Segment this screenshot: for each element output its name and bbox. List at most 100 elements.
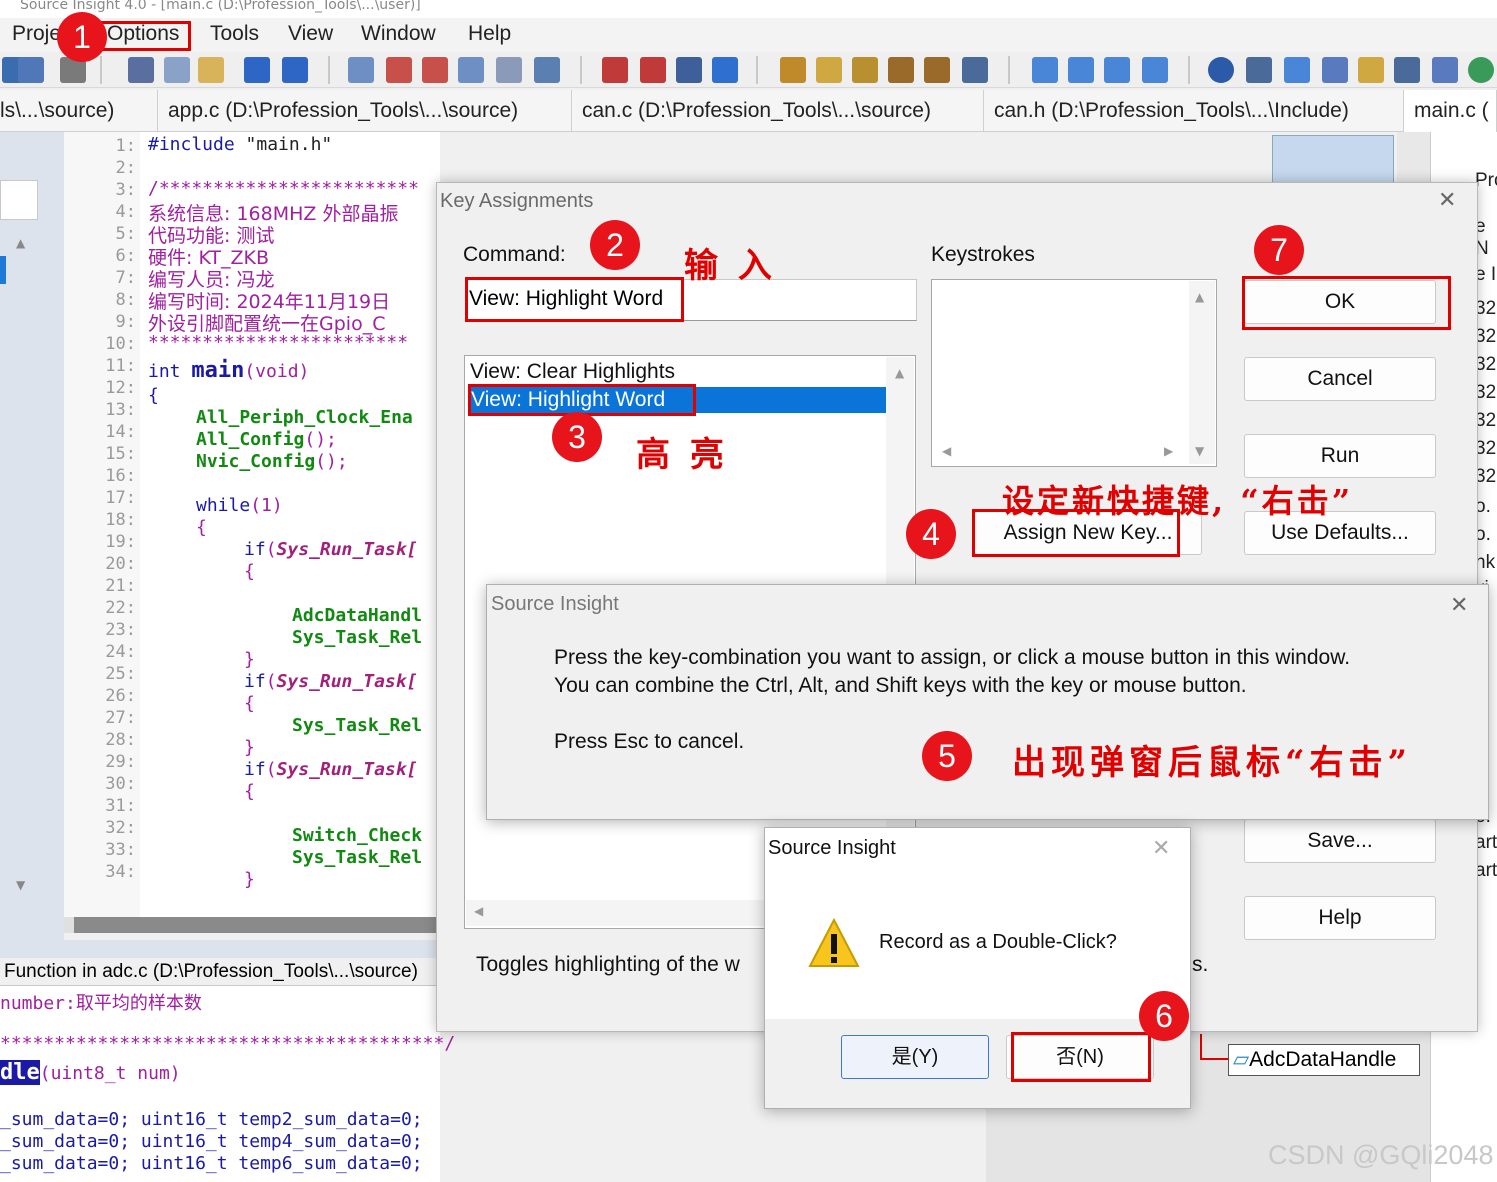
- close-icon[interactable]: ✕: [1438, 188, 1456, 213]
- keystrokes-list[interactable]: [931, 279, 1217, 467]
- redo-icon[interactable]: [282, 57, 308, 83]
- save-icon[interactable]: [18, 57, 44, 83]
- search-up-icon[interactable]: [386, 57, 412, 83]
- project-icon[interactable]: [1208, 57, 1234, 83]
- line-number: 6:: [115, 246, 136, 266]
- line-number: 19:: [105, 532, 136, 552]
- overview-minimap[interactable]: [1272, 135, 1394, 185]
- editor-scroll-thumb[interactable]: [74, 917, 440, 933]
- star-icon[interactable]: [712, 57, 738, 83]
- code-line-17: while(1): [196, 495, 283, 516]
- scroll-left-icon[interactable]: ◀: [474, 904, 483, 918]
- tab-can-h[interactable]: can.h (D:\Profession_Tools\...\Include): [984, 90, 1404, 132]
- press-key-popup[interactable]: [486, 584, 1489, 820]
- undo-icon[interactable]: [244, 57, 270, 83]
- scroll-left-icon[interactable]: ◀: [942, 444, 951, 458]
- query-icon[interactable]: [816, 57, 842, 83]
- list-item-clear-highlights[interactable]: View: Clear Highlights: [470, 360, 675, 384]
- code-line-12: {: [148, 385, 159, 406]
- scroll-up-icon[interactable]: ▲: [16, 236, 25, 250]
- search-down-icon[interactable]: [422, 57, 448, 83]
- relation-node[interactable]: ▱AdcDataHandle: [1228, 1044, 1420, 1076]
- project-file-item[interactable]: art: [1475, 860, 1497, 882]
- close-icon[interactable]: ✕: [1152, 836, 1170, 861]
- project-file-item[interactable]: 32: [1475, 410, 1496, 432]
- hand-icon[interactable]: [780, 57, 806, 83]
- scroll-down-icon[interactable]: ▼: [1195, 444, 1204, 458]
- save-button[interactable]: Save...: [1244, 819, 1436, 863]
- outline-icon[interactable]: [1432, 57, 1458, 83]
- clip-icon[interactable]: [1358, 57, 1384, 83]
- scroll-down-icon[interactable]: ▼: [16, 878, 25, 892]
- window-icon[interactable]: [1068, 57, 1094, 83]
- panel-icon[interactable]: [1104, 57, 1130, 83]
- search-files-icon[interactable]: [458, 57, 484, 83]
- books-icon[interactable]: [852, 57, 878, 83]
- code-line-30: {: [244, 781, 255, 802]
- scroll-up-icon[interactable]: ▲: [895, 366, 904, 380]
- tab-main-c[interactable]: main.c (: [1404, 90, 1497, 132]
- line-number: 33:: [105, 840, 136, 860]
- relation-icon[interactable]: [1284, 57, 1310, 83]
- tab-can-c[interactable]: can.c (D:\Profession_Tools\...\source): [572, 90, 984, 132]
- project-file-item[interactable]: 32: [1475, 298, 1496, 320]
- project-file-item[interactable]: 32: [1475, 382, 1496, 404]
- cancel-button[interactable]: Cancel: [1244, 357, 1436, 401]
- project-file-item[interactable]: nk: [1475, 552, 1495, 574]
- help-button[interactable]: Help: [1244, 896, 1436, 940]
- project-file-item[interactable]: 32: [1475, 438, 1496, 460]
- replace-icon[interactable]: [496, 57, 522, 83]
- layout-icon[interactable]: [1032, 57, 1058, 83]
- paste-icon[interactable]: [198, 57, 224, 83]
- tab-partial-left[interactable]: ls\...\source): [0, 90, 158, 132]
- toolbar-separator: [1008, 56, 1010, 84]
- close-icon[interactable]: ✕: [1450, 593, 1468, 618]
- scroll-up-icon[interactable]: ▲: [1195, 290, 1204, 304]
- step-badge-3: 3: [552, 412, 602, 462]
- sync-icon[interactable]: [962, 57, 988, 83]
- menu-tools[interactable]: Tools: [210, 22, 259, 46]
- web-search-icon[interactable]: [534, 57, 560, 83]
- project-file-item[interactable]: 32: [1475, 326, 1496, 348]
- left-panel-marker: [0, 256, 6, 284]
- menu-project[interactable]: Proje: [12, 22, 61, 46]
- toolbar-separator: [580, 56, 582, 84]
- jump-icon[interactable]: [640, 57, 666, 83]
- project-file-item[interactable]: e I: [1475, 264, 1496, 286]
- run-button[interactable]: Run: [1244, 434, 1436, 478]
- line-number: 28:: [105, 730, 136, 750]
- line-number: 24:: [105, 642, 136, 662]
- context-icon[interactable]: [1246, 57, 1272, 83]
- scroll-right-icon[interactable]: ▶: [1164, 444, 1173, 458]
- code-line-15: Nvic_Config();: [196, 451, 348, 472]
- keystrokes-scrollbar[interactable]: [1189, 281, 1215, 464]
- step-badge-4: 4: [906, 509, 956, 559]
- project-file-item[interactable]: 32: [1475, 466, 1496, 488]
- bookmark-icon[interactable]: [602, 57, 628, 83]
- call-parens: ();: [315, 451, 348, 472]
- list-icon[interactable]: [676, 57, 702, 83]
- project-file-item[interactable]: e N: [1475, 216, 1497, 260]
- browser-icon[interactable]: [1394, 57, 1420, 83]
- menu-view[interactable]: View: [288, 22, 333, 46]
- cascade-icon[interactable]: [1142, 57, 1168, 83]
- menu-help[interactable]: Help: [468, 22, 511, 46]
- context-window-strip: [0, 940, 440, 958]
- cut-icon[interactable]: [128, 57, 154, 83]
- window-title: Source Insight 4.0 - [main.c (D:\Profess…: [0, 0, 1497, 18]
- line-number: 15:: [105, 444, 136, 464]
- tab-app-c[interactable]: app.c (D:\Profession_Tools\...\source): [158, 90, 572, 132]
- overview-icon[interactable]: [1468, 57, 1494, 83]
- project-file-item[interactable]: Proje: [1475, 170, 1497, 192]
- find-icon[interactable]: [348, 57, 374, 83]
- refs-icon[interactable]: [924, 57, 950, 83]
- function-icon[interactable]: [888, 57, 914, 83]
- menu-window[interactable]: Window: [361, 22, 436, 46]
- line-number: 26:: [105, 686, 136, 706]
- project-file-item[interactable]: 32: [1475, 354, 1496, 376]
- line-number: 13:: [105, 400, 136, 420]
- copy-icon[interactable]: [164, 57, 190, 83]
- symbol-icon[interactable]: [1322, 57, 1348, 83]
- project-file-item[interactable]: art: [1475, 832, 1497, 854]
- yes-button[interactable]: 是(Y): [841, 1035, 989, 1079]
